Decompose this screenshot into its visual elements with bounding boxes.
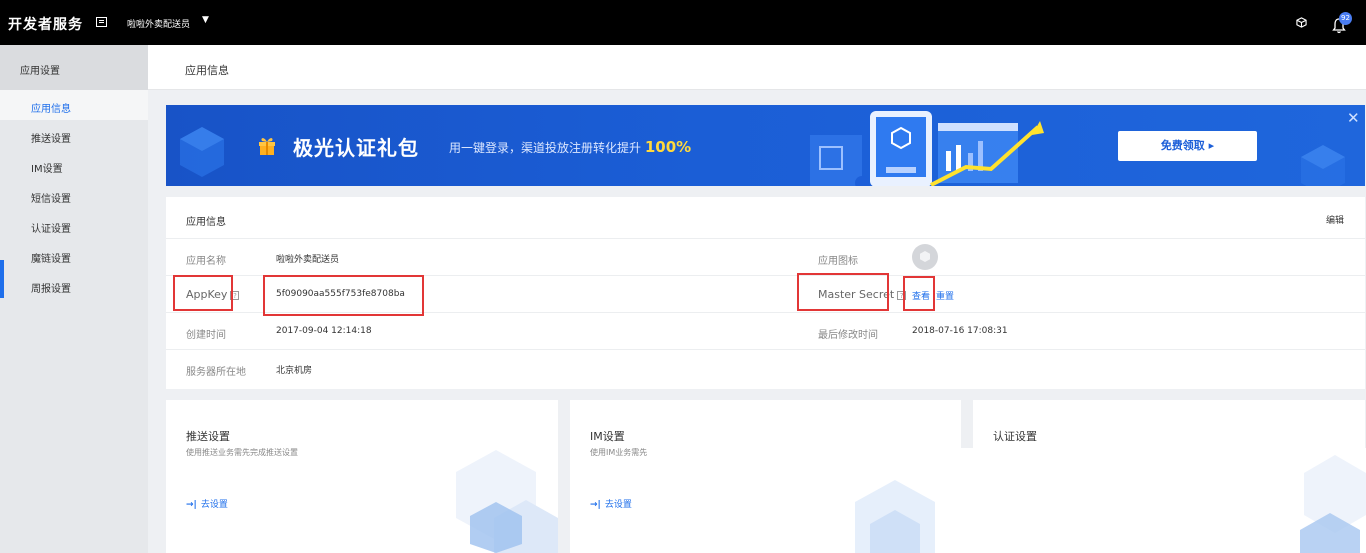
modified-value: 2018-07-16 17:08:31 xyxy=(912,326,1008,336)
arrow-right-icon: →| xyxy=(590,500,601,510)
brand-title[interactable]: 开发者服务 xyxy=(8,14,83,34)
card-description: 使用IM业务需先 xyxy=(590,448,648,457)
highlight-box-view-link xyxy=(903,276,935,311)
app-name-value: 啦啦外卖配送员 xyxy=(276,255,340,265)
app-logo xyxy=(912,244,938,270)
sidebar-header: 应用设置 xyxy=(0,45,148,90)
sidebar-item-label: 应用信息 xyxy=(31,104,71,115)
sidebar-item-im-settings[interactable]: IM设置 xyxy=(0,150,148,180)
claim-free-button[interactable]: 免费领取 ▸ xyxy=(1118,131,1257,161)
banner-title: 极光认证礼包 xyxy=(293,136,419,160)
hexagon-decoration-icon xyxy=(180,127,224,177)
gift-icon xyxy=(259,138,275,155)
close-icon[interactable]: ✕ xyxy=(1347,109,1360,127)
sidebar-item-label: 魔链设置 xyxy=(31,254,71,265)
chevron-down-icon[interactable]: ▼ xyxy=(202,15,209,25)
top-bar: 开发者服务 啦啦外卖配送员 ▼ 92 xyxy=(0,0,1366,45)
phone-chart-illustration-icon xyxy=(810,111,1044,186)
page-header: 应用信息 xyxy=(148,45,1366,90)
banner-highlight: 100% xyxy=(644,138,692,156)
sidebar-item-label: 短信设置 xyxy=(31,194,71,205)
hexagon-decoration-icon xyxy=(1300,455,1366,553)
push-settings-card[interactable]: 推送设置 使用推送业务需先完成推送设置 →| 去设置 xyxy=(166,400,558,553)
highlight-box-master-secret xyxy=(797,273,889,311)
sidebar: 应用设置 应用信息 推送设置 IM设置 短信设置 认证设置 魔链设置 周报设置 xyxy=(0,45,148,553)
hexagon-decoration-icon xyxy=(1301,145,1345,186)
go-settings-label: 去设置 xyxy=(200,500,228,510)
app-switcher-label[interactable]: 啦啦外卖配送员 xyxy=(127,17,190,30)
app-name-label: 应用名称 xyxy=(186,256,226,267)
created-label: 创建时间 xyxy=(186,330,226,341)
arrow-right-icon: →| xyxy=(186,500,197,510)
banner-subtitle: 用一键登录，渠道投放注册转化提升 100% xyxy=(449,138,691,156)
banner-subtitle-text: 用一键登录，渠道投放注册转化提升 xyxy=(449,141,642,155)
info-row-server: 服务器所在地 北京机房 xyxy=(166,350,1365,387)
edit-button[interactable]: 编辑 xyxy=(1326,213,1344,226)
app-icon-label: 应用图标 xyxy=(818,256,858,267)
info-row-name: 应用名称 啦啦外卖配送员 应用图标 xyxy=(166,239,1365,276)
app-list-icon[interactable] xyxy=(96,17,107,27)
created-value: 2017-09-04 12:14:18 xyxy=(276,326,372,336)
card-description: 使用推送业务需先完成推送设置 xyxy=(186,448,298,457)
reset-secret-link[interactable]: 重置 xyxy=(936,289,954,302)
go-settings-link[interactable]: →| 去设置 xyxy=(186,497,228,510)
server-value: 北京机房 xyxy=(276,366,313,376)
sidebar-item-magiclink-settings[interactable]: 魔链设置 xyxy=(0,240,148,270)
sidebar-item-auth-settings[interactable]: 认证设置 xyxy=(0,210,148,240)
sidebar-item-label: IM设置 xyxy=(31,164,63,175)
hexagon-decoration-icon xyxy=(456,450,558,553)
sidebar-item-label: 推送设置 xyxy=(31,134,71,145)
go-settings-link[interactable]: →| 去设置 xyxy=(590,497,632,510)
card-title: IM设置 xyxy=(590,430,625,443)
modified-label: 最后修改时间 xyxy=(818,330,878,341)
sidebar-item-label: 认证设置 xyxy=(31,224,71,235)
card-title: 认证设置 xyxy=(993,430,1037,443)
app-info-header: 应用信息 编辑 xyxy=(166,197,1365,239)
info-row-times: 创建时间 2017-09-04 12:14:18 最后修改时间 2018-07-… xyxy=(166,313,1365,350)
highlight-box-appkey-value xyxy=(263,275,424,316)
card-title: 推送设置 xyxy=(186,430,230,443)
section-title: 应用信息 xyxy=(186,217,226,228)
sidebar-item-weekly-report[interactable]: 周报设置 xyxy=(0,270,148,300)
sidebar-item-label: 周报设置 xyxy=(31,284,71,295)
highlight-box-appkey-label xyxy=(173,275,233,311)
cube-icon[interactable] xyxy=(1296,17,1307,28)
server-label: 服务器所在地 xyxy=(186,367,246,378)
notification-badge: 92 xyxy=(1339,12,1352,25)
promo-banner[interactable]: 极光认证礼包 用一键登录，渠道投放注册转化提升 100% 免费领取 ▸ ✕ xyxy=(166,105,1365,186)
page-title: 应用信息 xyxy=(185,64,229,77)
sidebar-item-app-info[interactable]: 应用信息 xyxy=(0,90,148,120)
go-settings-label: 去设置 xyxy=(604,500,632,510)
sidebar-item-sms-settings[interactable]: 短信设置 xyxy=(0,180,148,210)
hexagon-decoration-icon xyxy=(855,480,935,553)
sidebar-header-label: 应用设置 xyxy=(20,66,60,77)
sidebar-scroll-indicator xyxy=(0,260,4,298)
notification-button[interactable]: 92 xyxy=(1332,12,1354,36)
overlay-panel xyxy=(653,448,1366,553)
sidebar-item-push-settings[interactable]: 推送设置 xyxy=(0,120,148,150)
